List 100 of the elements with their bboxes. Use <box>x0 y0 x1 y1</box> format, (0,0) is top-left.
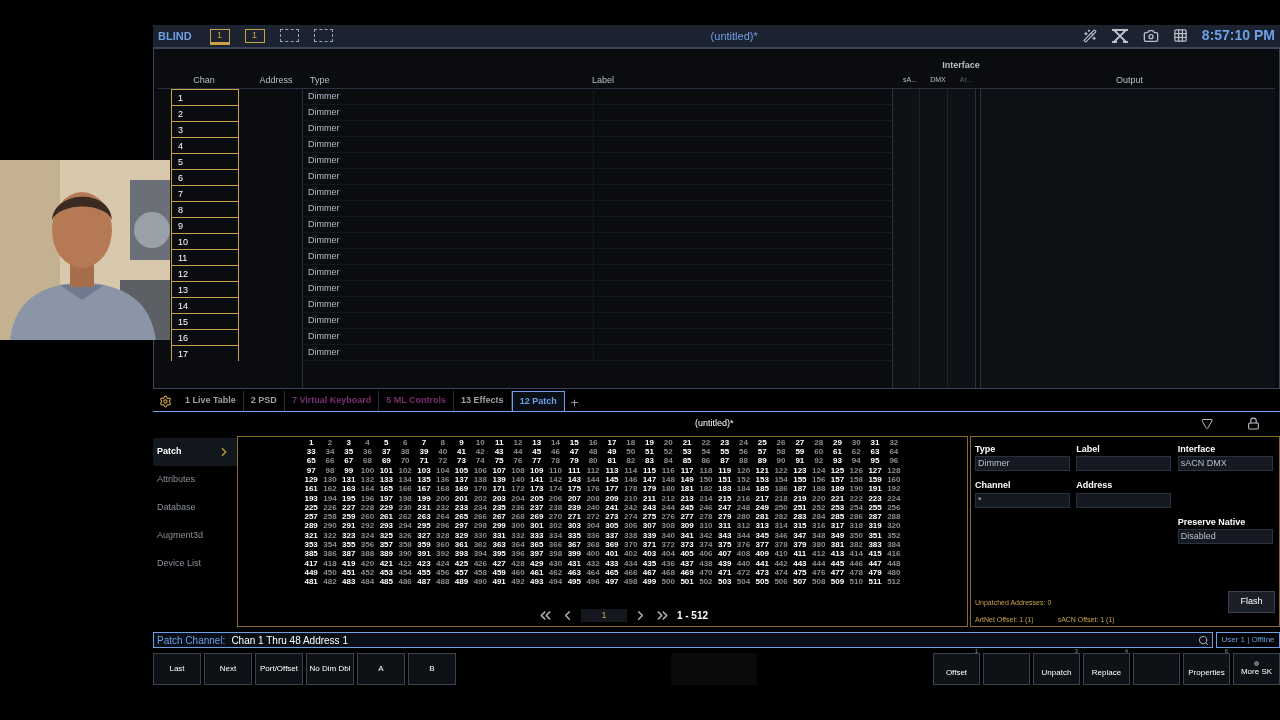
address-number[interactable]: 460 <box>508 567 528 578</box>
address-number[interactable]: 236 <box>508 502 528 513</box>
address-number[interactable]: 77 <box>527 456 547 466</box>
address-number[interactable]: 49 <box>602 447 622 457</box>
address-number[interactable]: 321 <box>301 530 321 540</box>
address-number[interactable]: 106 <box>470 465 490 475</box>
address-number[interactable]: 438 <box>696 558 716 568</box>
address-number[interactable]: 4 <box>358 437 377 448</box>
address-number[interactable]: 208 <box>583 493 603 503</box>
address-number[interactable]: 62 <box>846 447 866 457</box>
address-number[interactable]: 275 <box>640 512 659 522</box>
address-number[interactable]: 116 <box>658 465 678 475</box>
channel-cell[interactable]: 4 <box>171 136 239 153</box>
address-number[interactable]: 349 <box>828 530 847 540</box>
address-number[interactable]: 196 <box>358 493 377 503</box>
address-number[interactable]: 87 <box>715 456 735 466</box>
address-number[interactable]: 115 <box>640 465 659 475</box>
address-number[interactable]: 204 <box>508 493 528 503</box>
address-number[interactable]: 171 <box>489 484 509 494</box>
camera-icon[interactable] <box>1142 27 1159 44</box>
address-number[interactable]: 368 <box>583 540 603 550</box>
address-number[interactable]: 512 <box>884 577 904 587</box>
address-number[interactable]: 503 <box>715 577 735 587</box>
address-number[interactable]: 142 <box>546 474 565 485</box>
address-number[interactable]: 296 <box>433 521 453 531</box>
address-number[interactable]: 114 <box>621 465 641 475</box>
address-number[interactable]: 170 <box>470 484 490 494</box>
address-number[interactable]: 388 <box>358 549 377 559</box>
address-number[interactable]: 1 <box>301 437 321 448</box>
address-number[interactable]: 200 <box>433 493 453 503</box>
address-number[interactable]: 214 <box>696 493 716 503</box>
address-number[interactable]: 219 <box>790 493 810 503</box>
address-number[interactable]: 404 <box>658 549 678 559</box>
address-number[interactable]: 392 <box>433 549 453 559</box>
address-number[interactable]: 148 <box>658 474 678 485</box>
address-number[interactable]: 363 <box>489 540 509 550</box>
address-number[interactable]: 293 <box>376 521 396 531</box>
address-number[interactable]: 190 <box>846 484 866 494</box>
address-number[interactable]: 141 <box>527 474 547 485</box>
flash-button[interactable]: Flash <box>1228 590 1275 613</box>
input-field[interactable]: * <box>975 492 1070 508</box>
address-number[interactable]: 456 <box>433 567 453 578</box>
address-number[interactable]: 282 <box>771 512 791 522</box>
settings-icon[interactable] <box>159 394 172 408</box>
address-number[interactable]: 286 <box>846 512 866 522</box>
address-number[interactable]: 161 <box>301 484 321 494</box>
address-number[interactable]: 112 <box>583 465 603 475</box>
channel-cell[interactable]: 7 <box>171 184 239 201</box>
address-number[interactable]: 274 <box>621 512 641 522</box>
channel-cell[interactable]: 8 <box>171 200 239 217</box>
address-number[interactable]: 335 <box>564 530 584 540</box>
address-number[interactable]: 109 <box>527 465 547 475</box>
address-number[interactable]: 29 <box>828 437 847 448</box>
address-number[interactable]: 377 <box>752 540 772 550</box>
address-number[interactable]: 229 <box>376 502 396 513</box>
address-number[interactable]: 400 <box>583 549 603 559</box>
address-number[interactable]: 511 <box>865 577 885 587</box>
address-number[interactable]: 111 <box>564 465 584 475</box>
address-number[interactable]: 83 <box>640 456 659 466</box>
channel-cell[interactable]: 15 <box>171 312 239 329</box>
address-number[interactable]: 260 <box>358 512 377 522</box>
address-number[interactable]: 248 <box>734 502 753 513</box>
address-number[interactable]: 499 <box>640 577 659 587</box>
filter-icon[interactable] <box>1201 417 1213 430</box>
input-field[interactable] <box>1076 456 1172 472</box>
address-number[interactable]: 97 <box>301 465 321 475</box>
address-number[interactable]: 8 <box>433 437 453 448</box>
address-number[interactable]: 90 <box>771 456 791 466</box>
address-number[interactable]: 213 <box>677 493 697 503</box>
address-number[interactable]: 39 <box>414 447 434 457</box>
address-number[interactable]: 21 <box>677 437 697 448</box>
address-number[interactable]: 60 <box>809 447 829 457</box>
tab[interactable]: 13 Effects <box>454 390 512 411</box>
address-number[interactable]: 181 <box>677 484 697 494</box>
address-number[interactable]: 94 <box>846 456 866 466</box>
address-number[interactable]: 310 <box>696 521 716 531</box>
address-number[interactable]: 287 <box>865 512 885 522</box>
address-number[interactable]: 380 <box>809 540 829 550</box>
address-number[interactable]: 348 <box>809 530 829 540</box>
address-number[interactable]: 250 <box>771 502 791 513</box>
address-number[interactable]: 152 <box>734 474 753 485</box>
address-number[interactable]: 432 <box>583 558 603 568</box>
address-number[interactable]: 173 <box>527 484 547 494</box>
address-number[interactable]: 329 <box>452 530 471 540</box>
address-number[interactable]: 447 <box>865 558 885 568</box>
address-number[interactable]: 378 <box>771 540 791 550</box>
address-number[interactable]: 500 <box>658 577 678 587</box>
address-number[interactable]: 271 <box>564 512 584 522</box>
address-number[interactable]: 394 <box>470 549 490 559</box>
address-number[interactable]: 387 <box>339 549 359 559</box>
address-number[interactable]: 373 <box>677 540 697 550</box>
sidebar-item[interactable]: Patch <box>153 437 237 466</box>
address-number[interactable]: 41 <box>452 447 471 457</box>
address-number[interactable]: 498 <box>621 577 641 587</box>
address-number[interactable]: 230 <box>395 502 415 513</box>
address-number[interactable]: 101 <box>376 465 396 475</box>
address-number[interactable]: 316 <box>809 521 829 531</box>
address-number[interactable]: 494 <box>546 577 565 587</box>
address-number[interactable]: 33 <box>301 447 321 457</box>
address-number[interactable]: 383 <box>865 540 885 550</box>
